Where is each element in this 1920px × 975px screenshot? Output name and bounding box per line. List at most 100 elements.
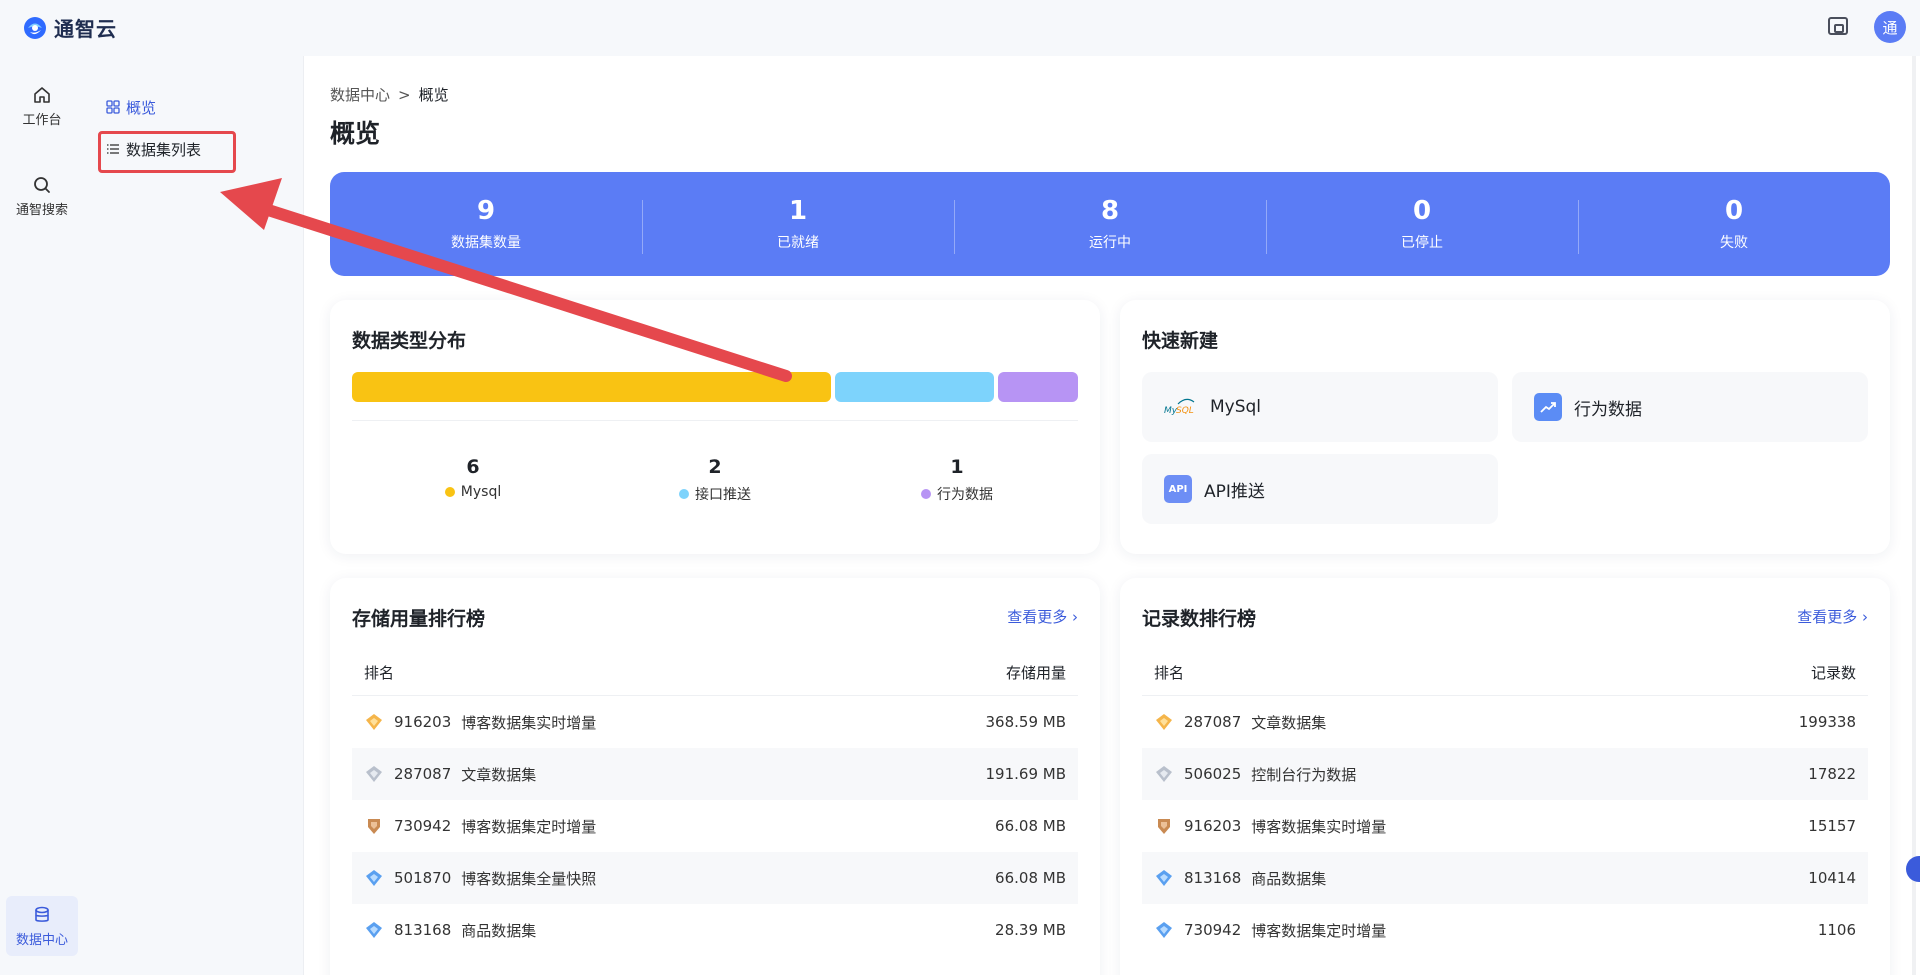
submenu-item-overview[interactable]: 概览	[106, 94, 156, 120]
row-value: 15157	[1808, 817, 1856, 835]
legend-item-behavior: 1 行为数据	[836, 456, 1078, 504]
table-row[interactable]: 916203 博客数据集实时增量 15157	[1142, 800, 1868, 852]
stat-value: 8	[1100, 196, 1120, 226]
table-row[interactable]: 730942 博客数据集定时增量 1106	[1142, 904, 1868, 956]
table-row[interactable]: 916203 博客数据集实时增量 368.59 MB	[352, 696, 1078, 748]
breadcrumb-separator: >	[398, 85, 411, 104]
view-more-link[interactable]: 查看更多 ›	[1007, 606, 1078, 627]
rail-item-data-center[interactable]: 数据中心	[6, 896, 78, 956]
stat-label: 已停止	[1401, 235, 1443, 251]
table-row[interactable]: 287087 文章数据集 191.69 MB	[352, 748, 1078, 800]
top-bar: 通智云 通	[0, 0, 1920, 56]
quick-create-label: API推送	[1204, 481, 1265, 502]
table-header: 排名 存储用量	[352, 650, 1078, 696]
card-title: 记录数排行榜	[1142, 608, 1257, 630]
table-row[interactable]: 506025 控制台行为数据 17822	[1142, 748, 1868, 800]
api-icon: API	[1164, 475, 1192, 503]
quick-create-label: MySql	[1210, 397, 1262, 417]
app-logo[interactable]: 通智云	[22, 13, 117, 42]
row-value: 368.59 MB	[985, 713, 1067, 731]
row-id: 506025	[1184, 765, 1242, 783]
wallet-icon[interactable]	[1828, 17, 1848, 35]
legend-label: 行为数据	[937, 487, 993, 503]
legend-label: 接口推送	[695, 487, 751, 503]
legend-item-api-push: 2 接口推送	[594, 456, 836, 504]
row-id: 501870	[394, 869, 452, 887]
silver-medal-icon	[364, 764, 384, 784]
database-icon	[35, 906, 49, 922]
row-name: 博客数据集定时增量	[461, 817, 597, 836]
rank-badge-icon	[364, 868, 384, 888]
card-title: 快速新建	[1142, 330, 1219, 352]
bronze-medal-icon	[1154, 816, 1174, 836]
search-icon	[34, 176, 50, 193]
annotation-highlight-box	[98, 131, 236, 173]
data-type-distribution-card: 数据类型分布 6 Mysql 2 接口推送 1 行为数据	[330, 300, 1100, 554]
table-row[interactable]: 813168 商品数据集 10414	[1142, 852, 1868, 904]
distribution-segment-2	[998, 372, 1079, 402]
card-title: 数据类型分布	[352, 330, 467, 352]
legend-count: 1	[950, 456, 964, 478]
row-value: 1106	[1817, 921, 1856, 939]
legend-item-mysql: 6 Mysql	[352, 456, 594, 504]
logo-icon	[24, 16, 46, 39]
row-id: 916203	[394, 713, 452, 731]
rail-item-search[interactable]: 通智搜索	[6, 166, 78, 226]
quick-create-label: 行为数据	[1574, 399, 1642, 420]
row-name: 控制台行为数据	[1251, 765, 1357, 784]
row-id: 730942	[1184, 921, 1242, 939]
legend-dot	[921, 489, 931, 499]
row-value: 10414	[1808, 869, 1856, 887]
grid-icon	[106, 100, 120, 114]
quick-create-mysql[interactable]: My SQL MySql	[1142, 372, 1498, 442]
bronze-medal-icon	[364, 816, 384, 836]
quick-create-api[interactable]: API API推送	[1142, 454, 1498, 524]
quick-create-behavior[interactable]: 行为数据	[1512, 372, 1868, 442]
avatar[interactable]: 通	[1874, 11, 1906, 43]
stat-running: 8 运行中	[954, 196, 1266, 254]
row-id: 287087	[394, 765, 452, 783]
table-row[interactable]: 287087 文章数据集 199338	[1142, 696, 1868, 748]
row-name: 商品数据集	[461, 921, 537, 940]
stat-value: 0	[1724, 196, 1744, 226]
table-row[interactable]: 501870 博客数据集全量快照 66.08 MB	[352, 852, 1078, 904]
stat-dataset-count: 9 数据集数量	[330, 196, 642, 252]
row-value: 28.39 MB	[995, 921, 1066, 939]
page-title: 概览	[330, 119, 381, 148]
card-title: 存储用量排行榜	[352, 608, 486, 630]
row-name: 博客数据集实时增量	[1251, 817, 1387, 836]
behavior-chart-icon	[1534, 393, 1562, 421]
row-name: 商品数据集	[1251, 869, 1327, 888]
col-rank: 排名	[1154, 664, 1185, 682]
row-name: 博客数据集实时增量	[461, 713, 597, 732]
row-id: 813168	[394, 921, 452, 939]
stats-banner: 9 数据集数量 1 已就绪 8 运行中 0 已停止 0 失败	[330, 172, 1890, 276]
stat-value: 1	[788, 196, 808, 226]
home-icon	[34, 86, 50, 103]
stat-value: 9	[476, 196, 496, 226]
row-value: 17822	[1808, 765, 1856, 783]
row-id: 730942	[394, 817, 452, 835]
rail-item-workbench[interactable]: 工作台	[6, 76, 78, 136]
view-more-link[interactable]: 查看更多 ›	[1797, 606, 1868, 627]
stat-label: 失败	[1720, 235, 1748, 251]
quick-create-card: 快速新建 My SQL MySql 行为数据 API API推送	[1120, 300, 1890, 554]
row-id: 287087	[1184, 713, 1242, 731]
record-ranking-card: 记录数排行榜 查看更多 › 排名 记录数 287087 文章数据集 199338 50…	[1120, 578, 1890, 975]
table-row[interactable]: 813168 商品数据集 28.39 MB	[352, 904, 1078, 956]
breadcrumb-current: 概览	[418, 86, 449, 104]
rank-badge-icon	[364, 920, 384, 940]
legend-count: 6	[466, 456, 480, 478]
scrollbar[interactable]	[1912, 56, 1916, 975]
distribution-segment-0	[352, 372, 831, 402]
legend-dot	[444, 487, 455, 497]
stat-ready: 1 已就绪	[642, 196, 954, 254]
table-header: 排名 记录数	[1142, 650, 1868, 696]
distribution-legend: 6 Mysql 2 接口推送 1 行为数据	[352, 456, 1078, 504]
silver-medal-icon	[1154, 764, 1174, 784]
table-row[interactable]: 730942 博客数据集定时增量 66.08 MB	[352, 800, 1078, 852]
breadcrumb-parent[interactable]: 数据中心	[330, 84, 390, 105]
view-more-label: 查看更多	[1797, 608, 1858, 626]
row-name: 博客数据集定时增量	[1251, 921, 1387, 940]
secondary-menu: 概览 数据集列表	[86, 56, 304, 975]
